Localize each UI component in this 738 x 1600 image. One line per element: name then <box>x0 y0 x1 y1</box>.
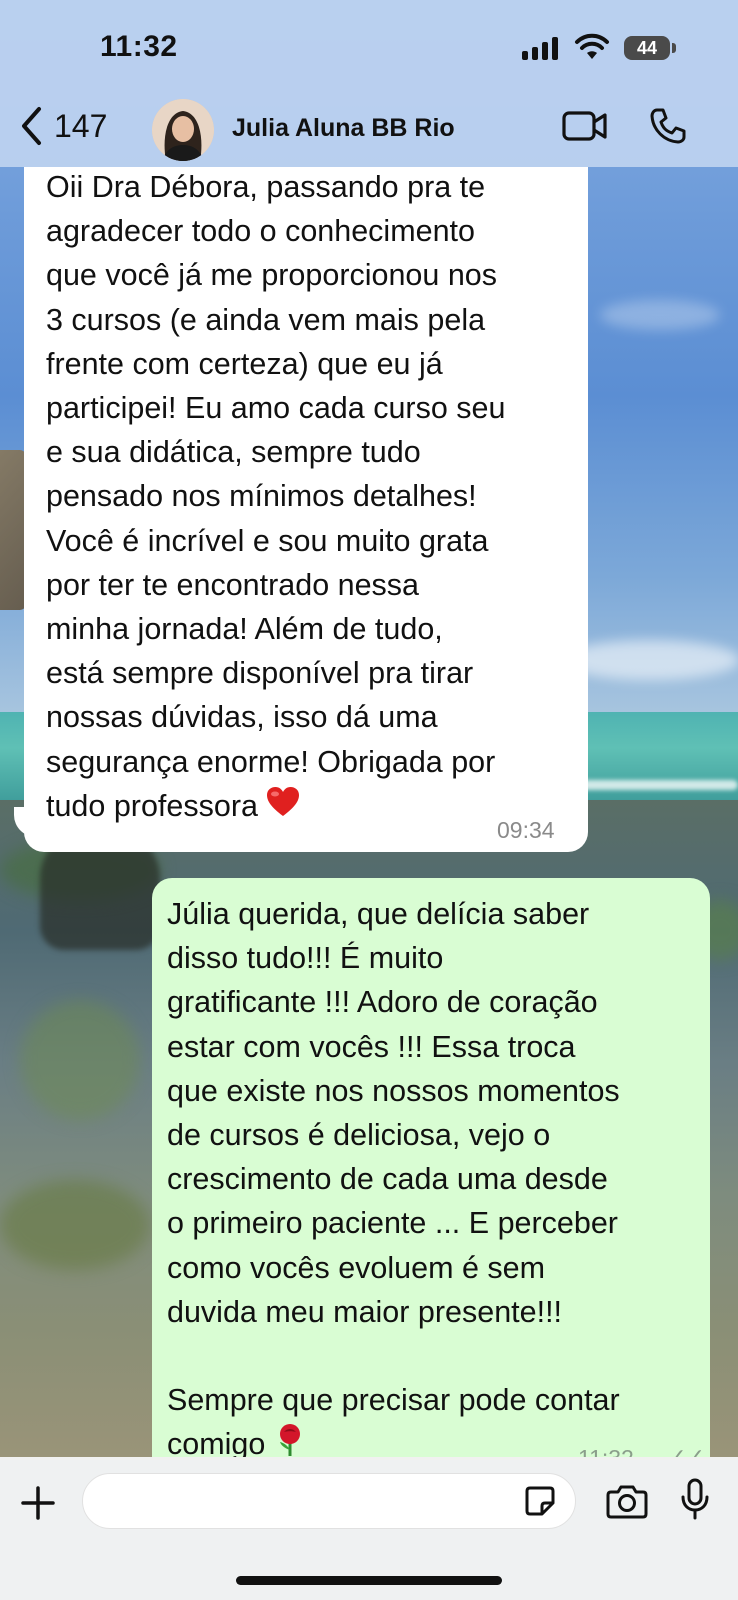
incoming-message-time: 09:34 <box>497 817 555 843</box>
outgoing-message-time: 11:32 <box>578 1445 634 1457</box>
wifi-icon <box>575 33 609 59</box>
status-time: 11:32 <box>100 30 178 63</box>
back-button[interactable]: 147 <box>20 106 107 146</box>
avatar-photo <box>152 99 214 161</box>
composer-bar <box>0 1457 738 1600</box>
unread-count: 147 <box>54 107 108 144</box>
heart-emoji <box>266 786 300 830</box>
rose-emoji <box>274 1423 306 1457</box>
message-text: Oii Dra Débora, passando pra te agradece… <box>46 170 506 823</box>
contact-avatar[interactable] <box>152 99 214 161</box>
cellular-signal-icon <box>522 36 558 60</box>
chat-header: 147 Julia Aluna BB Rio <box>0 96 738 166</box>
chevron-left-icon <box>22 107 41 145</box>
incoming-message[interactable]: Oii Dra Débora, passando pra te agradece… <box>24 167 588 852</box>
sticker-icon[interactable] <box>524 1485 556 1517</box>
home-indicator[interactable] <box>236 1576 502 1585</box>
video-call-icon[interactable] <box>562 110 608 142</box>
outgoing-message[interactable]: Júlia querida, que delícia saber disso t… <box>152 878 710 1457</box>
microphone-icon[interactable] <box>680 1477 710 1521</box>
battery-icon: 44 <box>624 36 670 60</box>
plus-icon[interactable] <box>20 1485 56 1521</box>
battery-cap <box>672 43 676 53</box>
message-list[interactable]: Oii Dra Débora, passando pra te agradece… <box>0 167 738 1457</box>
message-input[interactable] <box>82 1473 576 1529</box>
message-text: Júlia querida, que delícia saber disso t… <box>167 897 620 1457</box>
camera-icon[interactable] <box>606 1483 648 1519</box>
read-receipt-icon: ✓✓ <box>668 1444 705 1457</box>
contact-name[interactable]: Julia Aluna BB Rio <box>232 114 455 143</box>
phone-icon[interactable] <box>648 106 688 146</box>
status-bar: 11:32 44 <box>0 0 738 96</box>
